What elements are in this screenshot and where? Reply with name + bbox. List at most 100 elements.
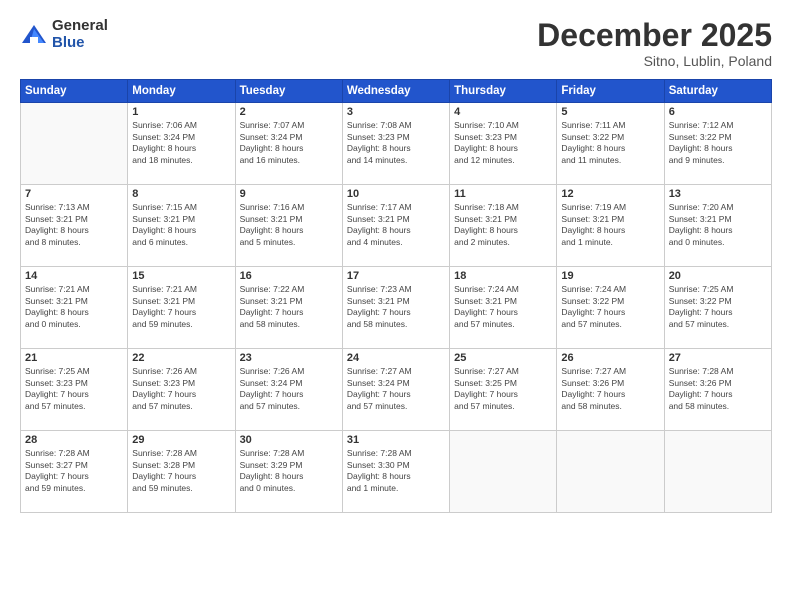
- day-number: 26: [561, 352, 659, 364]
- calendar-cell: 1 Sunrise: 7:06 AM Sunset: 3:24 PM Daylig…: [128, 103, 235, 185]
- calendar-cell: 7 Sunrise: 7:13 AM Sunset: 3:21 PM Daylig…: [21, 185, 128, 267]
- calendar-cell: 16Sunrise: 7:22 AM Sunset: 3:21 PM Dayli…: [235, 267, 342, 349]
- day-info: Sunrise: 7:21 AM Sunset: 3:21 PM Dayligh…: [132, 284, 230, 330]
- weekday-header-friday: Friday: [557, 80, 664, 103]
- day-number: 6: [669, 106, 767, 118]
- calendar-cell: 8 Sunrise: 7:15 AM Sunset: 3:21 PM Daylig…: [128, 185, 235, 267]
- calendar-cell: 5 Sunrise: 7:11 AM Sunset: 3:22 PM Daylig…: [557, 103, 664, 185]
- day-number: 11: [454, 188, 552, 200]
- week-row-3: 14 Sunrise: 7:21 AM Sunset: 3:21 PM Dayli…: [21, 267, 772, 349]
- calendar-cell: 28Sunrise: 7:28 AM Sunset: 3:27 PM Dayli…: [21, 431, 128, 513]
- header: General Blue December 2025 Sitno, Lublin…: [20, 18, 772, 69]
- day-info: Sunrise: 7:18 AM Sunset: 3:21 PM Dayligh…: [454, 202, 552, 248]
- day-info: Sunrise: 7:27 AM Sunset: 3:25 PM Dayligh…: [454, 366, 552, 412]
- weekday-header-sunday: Sunday: [21, 80, 128, 103]
- title-block: December 2025 Sitno, Lublin, Poland: [537, 18, 772, 69]
- logo-general: General: [52, 18, 108, 35]
- day-info: Sunrise: 7:06 AM Sunset: 3:24 PM Dayligh…: [132, 120, 230, 166]
- day-info: Sunrise: 7:25 AM Sunset: 3:22 PM Dayligh…: [669, 284, 767, 330]
- day-number: 3: [347, 106, 445, 118]
- calendar-cell: [557, 431, 664, 513]
- day-info: Sunrise: 7:11 AM Sunset: 3:22 PM Dayligh…: [561, 120, 659, 166]
- day-info: Sunrise: 7:28 AM Sunset: 3:30 PM Dayligh…: [347, 448, 445, 494]
- logo-blue: Blue: [52, 35, 108, 52]
- day-number: 14: [25, 270, 123, 282]
- calendar-cell: 27 Sunrise: 7:28 AM Sunset: 3:26 PM Dayli…: [664, 349, 771, 431]
- weekday-header-wednesday: Wednesday: [342, 80, 449, 103]
- calendar-cell: [21, 103, 128, 185]
- day-info: Sunrise: 7:28 AM Sunset: 3:27 PM Dayligh…: [25, 448, 123, 494]
- calendar-cell: 10 Sunrise: 7:17 AM Sunset: 3:21 PM Dayli…: [342, 185, 449, 267]
- calendar-cell: 17Sunrise: 7:23 AM Sunset: 3:21 PM Dayli…: [342, 267, 449, 349]
- calendar-cell: 6 Sunrise: 7:12 AM Sunset: 3:22 PM Daylig…: [664, 103, 771, 185]
- day-number: 27: [669, 352, 767, 364]
- calendar-cell: 14 Sunrise: 7:21 AM Sunset: 3:21 PM Dayli…: [21, 267, 128, 349]
- day-info: Sunrise: 7:20 AM Sunset: 3:21 PM Dayligh…: [669, 202, 767, 248]
- day-info: Sunrise: 7:26 AM Sunset: 3:24 PM Dayligh…: [240, 366, 338, 412]
- day-number: 4: [454, 106, 552, 118]
- logo-icon: [20, 21, 48, 49]
- weekday-header-tuesday: Tuesday: [235, 80, 342, 103]
- calendar-cell: 22 Sunrise: 7:26 AM Sunset: 3:23 PM Dayli…: [128, 349, 235, 431]
- calendar-cell: 24 Sunrise: 7:27 AM Sunset: 3:24 PM Dayli…: [342, 349, 449, 431]
- day-number: 25: [454, 352, 552, 364]
- day-info: Sunrise: 7:21 AM Sunset: 3:21 PM Dayligh…: [25, 284, 123, 330]
- month-title: December 2025: [537, 18, 772, 53]
- day-info: Sunrise: 7:24 AM Sunset: 3:21 PM Dayligh…: [454, 284, 552, 330]
- day-number: 10: [347, 188, 445, 200]
- calendar-cell: [450, 431, 557, 513]
- weekday-header-monday: Monday: [128, 80, 235, 103]
- week-row-2: 7 Sunrise: 7:13 AM Sunset: 3:21 PM Daylig…: [21, 185, 772, 267]
- day-number: 24: [347, 352, 445, 364]
- day-number: 31: [347, 434, 445, 446]
- day-info: Sunrise: 7:28 AM Sunset: 3:29 PM Dayligh…: [240, 448, 338, 494]
- calendar-cell: 15 Sunrise: 7:21 AM Sunset: 3:21 PM Dayli…: [128, 267, 235, 349]
- calendar-cell: 29Sunrise: 7:28 AM Sunset: 3:28 PM Dayli…: [128, 431, 235, 513]
- calendar-cell: 25 Sunrise: 7:27 AM Sunset: 3:25 PM Dayli…: [450, 349, 557, 431]
- calendar-cell: 13 Sunrise: 7:20 AM Sunset: 3:21 PM Dayli…: [664, 185, 771, 267]
- logo-text: General Blue: [52, 18, 108, 51]
- week-row-5: 28Sunrise: 7:28 AM Sunset: 3:27 PM Dayli…: [21, 431, 772, 513]
- calendar-cell: 11 Sunrise: 7:18 AM Sunset: 3:21 PM Dayli…: [450, 185, 557, 267]
- day-info: Sunrise: 7:10 AM Sunset: 3:23 PM Dayligh…: [454, 120, 552, 166]
- day-info: Sunrise: 7:27 AM Sunset: 3:24 PM Dayligh…: [347, 366, 445, 412]
- calendar-cell: 4 Sunrise: 7:10 AM Sunset: 3:23 PM Daylig…: [450, 103, 557, 185]
- day-number: 12: [561, 188, 659, 200]
- calendar-cell: 30Sunrise: 7:28 AM Sunset: 3:29 PM Dayli…: [235, 431, 342, 513]
- day-info: Sunrise: 7:28 AM Sunset: 3:26 PM Dayligh…: [669, 366, 767, 412]
- day-info: Sunrise: 7:15 AM Sunset: 3:21 PM Dayligh…: [132, 202, 230, 248]
- week-row-1: 1 Sunrise: 7:06 AM Sunset: 3:24 PM Daylig…: [21, 103, 772, 185]
- day-number: 13: [669, 188, 767, 200]
- day-number: 8: [132, 188, 230, 200]
- calendar-cell: 18Sunrise: 7:24 AM Sunset: 3:21 PM Dayli…: [450, 267, 557, 349]
- day-number: 1: [132, 106, 230, 118]
- day-info: Sunrise: 7:12 AM Sunset: 3:22 PM Dayligh…: [669, 120, 767, 166]
- day-number: 22: [132, 352, 230, 364]
- day-info: Sunrise: 7:07 AM Sunset: 3:24 PM Dayligh…: [240, 120, 338, 166]
- day-info: Sunrise: 7:17 AM Sunset: 3:21 PM Dayligh…: [347, 202, 445, 248]
- day-info: Sunrise: 7:26 AM Sunset: 3:23 PM Dayligh…: [132, 366, 230, 412]
- day-number: 2: [240, 106, 338, 118]
- day-info: Sunrise: 7:24 AM Sunset: 3:22 PM Dayligh…: [561, 284, 659, 330]
- calendar-cell: 3 Sunrise: 7:08 AM Sunset: 3:23 PM Daylig…: [342, 103, 449, 185]
- calendar-cell: 9Sunrise: 7:16 AM Sunset: 3:21 PM Daylig…: [235, 185, 342, 267]
- weekday-header-row: SundayMondayTuesdayWednesdayThursdayFrid…: [21, 80, 772, 103]
- calendar-cell: 2 Sunrise: 7:07 AM Sunset: 3:24 PM Daylig…: [235, 103, 342, 185]
- page: General Blue December 2025 Sitno, Lublin…: [0, 0, 792, 612]
- calendar-cell: 21Sunrise: 7:25 AM Sunset: 3:23 PM Dayli…: [21, 349, 128, 431]
- day-info: Sunrise: 7:13 AM Sunset: 3:21 PM Dayligh…: [25, 202, 123, 248]
- calendar-cell: 20 Sunrise: 7:25 AM Sunset: 3:22 PM Dayli…: [664, 267, 771, 349]
- location-subtitle: Sitno, Lublin, Poland: [537, 53, 772, 69]
- day-info: Sunrise: 7:25 AM Sunset: 3:23 PM Dayligh…: [25, 366, 123, 412]
- day-info: Sunrise: 7:16 AM Sunset: 3:21 PM Dayligh…: [240, 202, 338, 248]
- day-number: 5: [561, 106, 659, 118]
- weekday-header-thursday: Thursday: [450, 80, 557, 103]
- day-number: 20: [669, 270, 767, 282]
- day-number: 7: [25, 188, 123, 200]
- day-number: 17: [347, 270, 445, 282]
- calendar-cell: 23Sunrise: 7:26 AM Sunset: 3:24 PM Dayli…: [235, 349, 342, 431]
- week-row-4: 21Sunrise: 7:25 AM Sunset: 3:23 PM Dayli…: [21, 349, 772, 431]
- calendar-cell: 12Sunrise: 7:19 AM Sunset: 3:21 PM Dayli…: [557, 185, 664, 267]
- day-info: Sunrise: 7:08 AM Sunset: 3:23 PM Dayligh…: [347, 120, 445, 166]
- day-number: 15: [132, 270, 230, 282]
